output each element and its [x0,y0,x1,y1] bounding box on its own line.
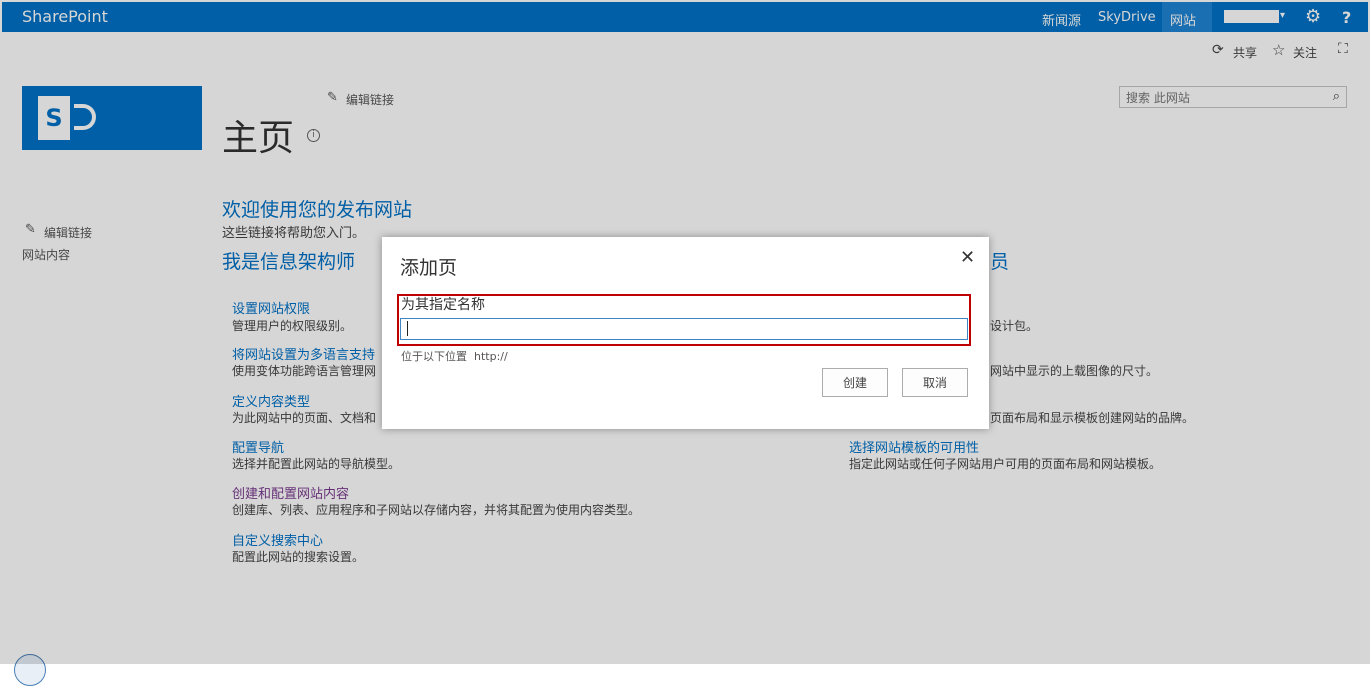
text-cursor [407,321,408,336]
location-label: 位于以下位置 [401,350,467,363]
page-name-label: 为其指定名称 [401,297,485,313]
location-url: http:// [474,350,508,363]
dialog-title: 添加页 [400,257,458,279]
location-text: 位于以下位置 http:// [401,348,508,364]
page-name-input[interactable] [400,318,968,340]
add-page-dialog: 添加页 ✕ 为其指定名称 位于以下位置 http:// 创建 取消 [382,237,989,429]
location-url-redacted [508,349,564,359]
close-icon[interactable]: ✕ [960,247,975,268]
cancel-button[interactable]: 取消 [902,368,968,397]
create-button[interactable]: 创建 [822,368,888,397]
